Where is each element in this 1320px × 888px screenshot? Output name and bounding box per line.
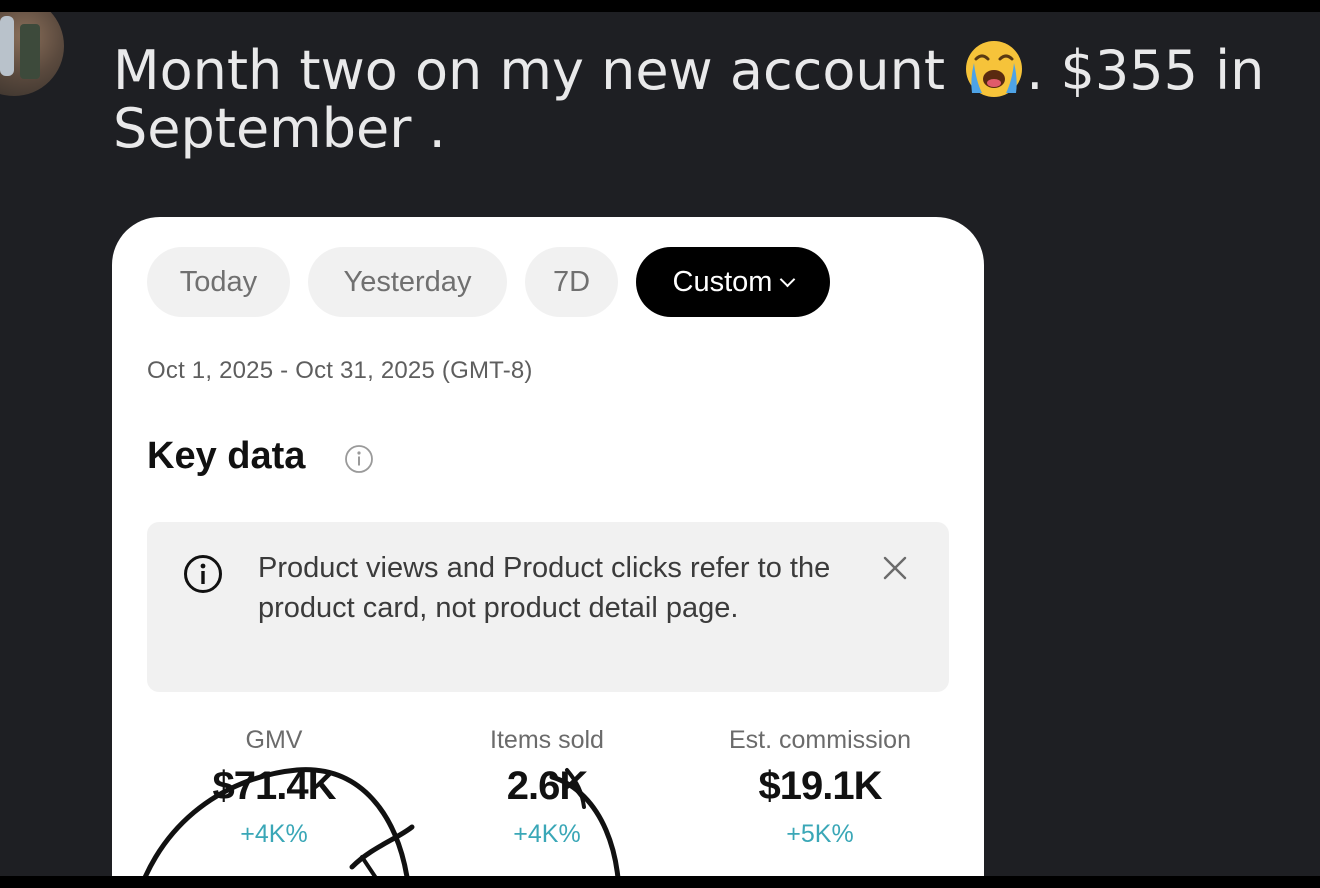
post-text: Month two on my new account . $355 in Se… xyxy=(113,37,1303,159)
metric-label: Items sold xyxy=(490,726,604,754)
post-text-line-2: September . xyxy=(113,97,446,160)
post-view: Month two on my new account . $355 in Se… xyxy=(0,12,1320,876)
info-icon xyxy=(184,555,222,593)
date-filter-chips: Today Yesterday 7D Custom xyxy=(147,247,830,317)
post-text-part-a: Month two on my new account xyxy=(113,39,963,102)
avatar[interactable] xyxy=(0,12,64,96)
metric-label: Est. commission xyxy=(729,726,911,754)
chip-today[interactable]: Today xyxy=(147,247,290,317)
date-range-text: Oct 1, 2025 - Oct 31, 2025 (GMT-8) xyxy=(147,357,533,384)
avatar-figure xyxy=(0,16,14,76)
key-data-title: Key data xyxy=(147,435,306,477)
chip-custom-label: Custom xyxy=(672,265,773,298)
post-text-part-b: . $355 in xyxy=(1026,39,1265,102)
screenshot-card: Today Yesterday 7D Custom Oct 1, 2025 - … xyxy=(112,217,984,876)
metric-items-sold[interactable]: Items sold 2.6K +4K% xyxy=(417,722,677,854)
metric-label: GMV xyxy=(245,726,303,754)
metric-delta: +4K% xyxy=(240,820,308,848)
close-icon[interactable] xyxy=(881,554,909,582)
metric-est-commission[interactable]: Est. commission $19.1K +5K% xyxy=(690,722,950,854)
chip-7d[interactable]: 7D xyxy=(525,247,618,317)
info-notice: Product views and Product clicks refer t… xyxy=(147,522,949,692)
info-icon[interactable] xyxy=(344,444,374,474)
metric-value: $71.4K xyxy=(212,764,337,808)
chip-custom[interactable]: Custom xyxy=(636,247,830,317)
chevron-down-icon xyxy=(780,271,796,287)
metric-delta: +5K% xyxy=(786,820,854,848)
chip-7d-label: 7D xyxy=(552,265,591,298)
avatar-figure-secondary xyxy=(20,24,40,79)
notice-text: Product views and Product clicks refer t… xyxy=(258,552,831,624)
key-metrics: GMV $71.4K +4K% Items sold 2.6K +4K% Est… xyxy=(147,722,949,862)
metric-value: $19.1K xyxy=(758,764,883,808)
chip-yesterday[interactable]: Yesterday xyxy=(308,247,507,317)
metric-gmv[interactable]: GMV $71.4K +4K% xyxy=(144,722,404,854)
metric-value: 2.6K xyxy=(506,764,589,808)
chip-yesterday-label: Yesterday xyxy=(343,265,472,298)
post-text-line-1: Month two on my new account . $355 in xyxy=(113,37,1303,101)
metric-delta: +4K% xyxy=(513,820,581,848)
chip-today-label: Today xyxy=(179,265,258,298)
loudly-crying-face-emoji-icon xyxy=(966,41,1023,97)
